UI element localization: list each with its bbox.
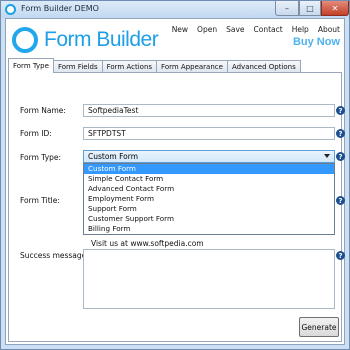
menu-save[interactable]: Save [226, 25, 244, 34]
visit-text: Visit us at www.softpedia.com [91, 239, 204, 248]
maximize-button[interactable]: □ [299, 1, 321, 16]
window-title: Form Builder DEMO [21, 4, 99, 13]
generate-button[interactable]: Generate [299, 317, 339, 337]
tab-bar: Form Type Form Fields Form Actions Form … [8, 58, 301, 73]
form-name-help-icon[interactable]: ? [336, 106, 345, 115]
form-title-label: Form Title: [20, 196, 60, 205]
success-message-input[interactable] [83, 249, 335, 309]
form-name-input[interactable]: SoftpediaTest [83, 104, 335, 117]
success-message-label: Success message: [20, 251, 89, 260]
option-simple-contact-form[interactable]: Simple Contact Form [84, 174, 334, 184]
menu-open[interactable]: Open [197, 25, 217, 34]
brand-logo-icon [12, 27, 38, 53]
form-id-help-icon[interactable]: ? [336, 129, 345, 138]
menu-new[interactable]: New [172, 25, 188, 34]
option-support-form[interactable]: Support Form [84, 204, 334, 214]
buy-now-link[interactable]: Buy Now [293, 36, 340, 48]
top-menu: New Open Save Contact Help About [172, 25, 340, 34]
form-title-help-icon[interactable]: ? [336, 196, 345, 205]
form-type-panel: Form Name: SoftpediaTest ? Form ID: SFTP… [8, 72, 345, 342]
minimize-button[interactable]: – [275, 1, 299, 16]
form-type-help-icon[interactable]: ? [336, 152, 345, 161]
option-employment-form[interactable]: Employment Form [84, 194, 334, 204]
tab-form-type[interactable]: Form Type [8, 58, 54, 73]
client-area: Form Builder New Open Save Contact Help … [5, 18, 345, 345]
title-bar[interactable]: Form Builder DEMO – □ ✕ [1, 1, 349, 18]
brand-name: Form Builder [44, 28, 159, 51]
menu-help[interactable]: Help [292, 25, 309, 34]
form-type-select[interactable]: Custom Form [83, 150, 335, 163]
option-advanced-contact-form[interactable]: Advanced Contact Form [84, 184, 334, 194]
close-button[interactable]: ✕ [321, 1, 349, 16]
form-id-label: Form ID: [20, 129, 52, 138]
form-id-input[interactable]: SFTPDTST [83, 127, 335, 140]
option-customer-support-form[interactable]: Customer Support Form [84, 214, 334, 224]
option-custom-form[interactable]: Custom Form [84, 164, 334, 174]
menu-contact[interactable]: Contact [254, 25, 283, 34]
form-type-dropdown-list: Custom Form Simple Contact Form Advanced… [83, 163, 335, 235]
option-billing-form[interactable]: Billing Form [84, 224, 334, 234]
form-type-selected-value: Custom Form [88, 152, 139, 161]
app-logo-icon [5, 4, 16, 15]
form-name-label: Form Name: [20, 106, 66, 115]
success-message-help-icon[interactable]: ? [336, 251, 345, 260]
dropdown-arrow-icon[interactable] [324, 154, 330, 158]
brand-header: Form Builder [12, 25, 159, 55]
menu-about[interactable]: About [318, 25, 340, 34]
form-type-label: Form Type: [20, 153, 62, 162]
application-window: Form Builder DEMO – □ ✕ Form Builder New… [0, 0, 350, 350]
